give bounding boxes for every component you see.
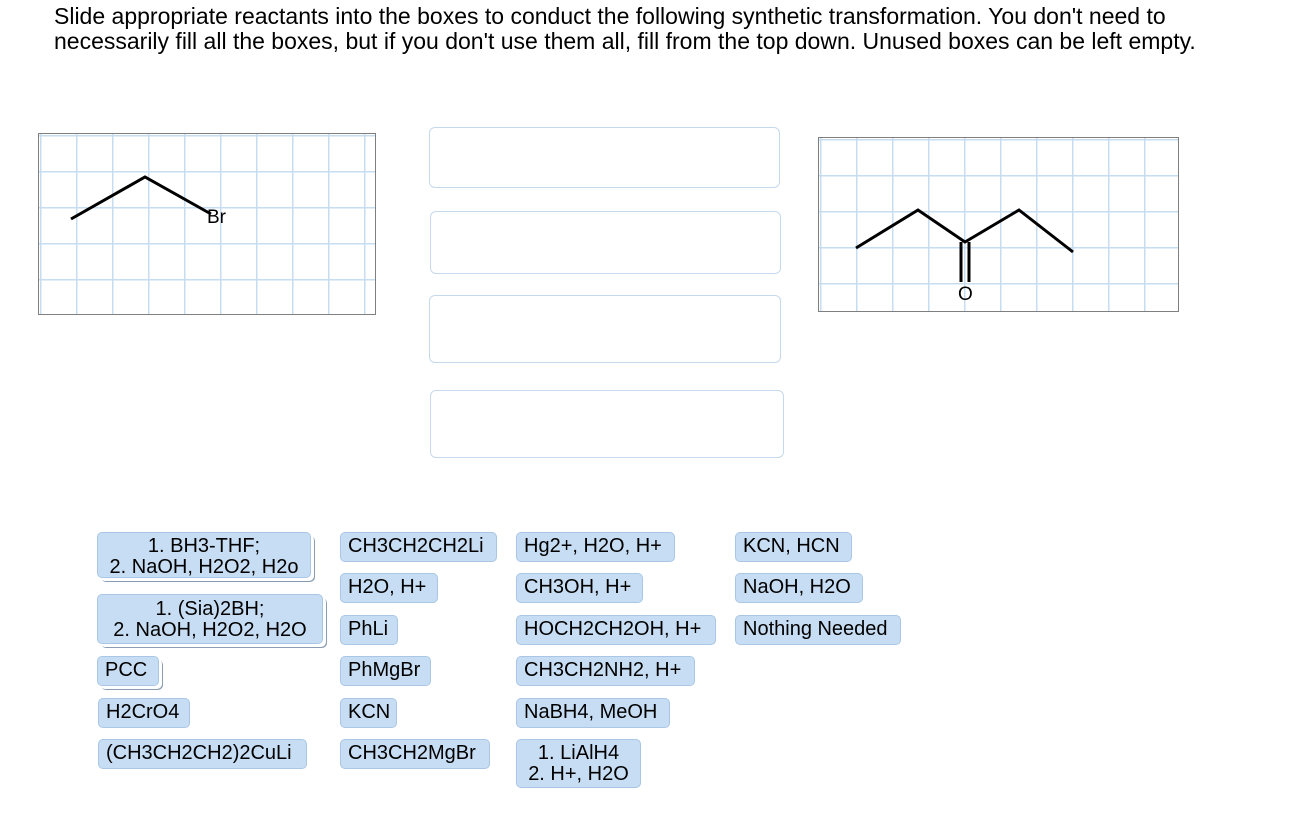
reagent-chip-ethylamine-h[interactable]: CH3CH2NH2, H+ <box>516 656 695 686</box>
reagent-drop-box-2[interactable] <box>430 211 781 274</box>
reagent-chip-lialh4[interactable]: 1. LiAlH4 2. H+, H2O <box>516 739 641 788</box>
reagent-chip-pcc[interactable]: PCC <box>97 656 159 686</box>
chip-line-1: 1. BH3-THF; <box>147 535 261 557</box>
reagent-chip-h2o-h[interactable]: H2O, H+ <box>340 573 438 603</box>
reagent-chip-sia2bh[interactable]: 1. (Sia)2BH; 2. NaOH, H2O2, H2O <box>97 594 323 644</box>
product-panel: O <box>818 137 1179 312</box>
reagent-chip-nabh4-meoh[interactable]: NaBH4, MeOH <box>516 698 670 728</box>
reagent-drop-box-1[interactable] <box>429 127 780 188</box>
oxygen-atom-label: O <box>958 284 973 305</box>
chip-line-2: 2. NaOH, H2O2, H2o <box>109 556 299 578</box>
starting-material-panel: Br <box>38 133 376 315</box>
chip-line-1: 1. (Sia)2BH; <box>155 598 265 620</box>
reagent-chip-ethylmgbr[interactable]: CH3CH2MgBr <box>340 739 490 769</box>
starting-material-structure: Br <box>70 175 227 228</box>
chip-line-2: 2. NaOH, H2O2, H2O <box>113 619 307 641</box>
reagent-chip-bh3-thf[interactable]: 1. BH3-THF; 2. NaOH, H2O2, H2o <box>97 532 311 578</box>
reagent-drop-box-3[interactable] <box>429 295 781 363</box>
reagent-chip-ethylene-glycol-h[interactable]: HOCH2CH2OH, H+ <box>516 615 716 645</box>
reagent-chip-kcn-hcn[interactable]: KCN, HCN <box>735 532 852 562</box>
reagent-chip-phmgbr[interactable]: PhMgBr <box>340 656 431 686</box>
reagent-drop-box-4[interactable] <box>430 390 784 458</box>
reagent-chip-naoh-h2o[interactable]: NaOH, H2O <box>735 573 863 603</box>
chip-line-1: 1. LiAlH4 <box>537 742 620 764</box>
instructions-text: Slide appropriate reactants into the box… <box>54 3 1196 54</box>
reagent-chip-kcn[interactable]: KCN <box>340 698 397 728</box>
reagent-chip-ch3oh-h[interactable]: CH3OH, H+ <box>516 573 643 603</box>
chip-line-2: 2. H+, H2O <box>528 763 629 785</box>
reagent-chip-propyllithium[interactable]: CH3CH2CH2Li <box>340 532 497 562</box>
bromine-atom-label: Br <box>207 207 227 228</box>
reagent-chip-cuprate[interactable]: (CH3CH2CH2)2CuLi <box>98 739 307 769</box>
reagent-chip-phli[interactable]: PhLi <box>340 615 398 645</box>
reagent-chip-nothing-needed[interactable]: Nothing Needed <box>735 615 901 645</box>
reagent-chip-hg2-h2o-h[interactable]: Hg2+, H2O, H+ <box>516 532 675 562</box>
reagent-chip-h2cro4[interactable]: H2CrO4 <box>98 698 190 728</box>
product-structure: O <box>855 208 1074 305</box>
